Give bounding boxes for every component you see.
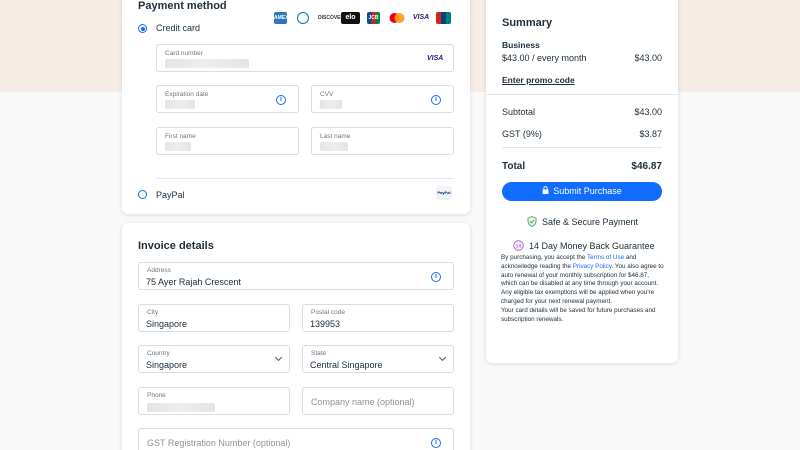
credit-card-radio[interactable] [138,24,147,33]
cvv-label: CVV [320,91,334,98]
secure-payment-row: Safe & Secure Payment [527,216,638,229]
svg-text:14: 14 [516,243,522,249]
company-name-placeholder: Company name (optional) [311,397,415,407]
subtotal-value: $43.00 [634,107,662,117]
discover-logo-icon: DISCOVER [318,12,344,24]
mastercard-logo-icon [388,12,406,24]
unionpay-logo-icon [436,12,451,24]
money-back-badge-icon: 14 [513,240,524,253]
address-label: Address [147,267,171,274]
total-row: Total $46.87 [502,161,662,172]
info-icon[interactable]: i [431,95,441,105]
submit-purchase-label: Submit Purchase [553,186,622,196]
country-label: Country [147,350,170,357]
gst-value: $3.87 [639,129,662,139]
expiration-date-label: Expiration date [165,91,209,98]
info-icon[interactable]: i [276,95,286,105]
expiration-redacted [165,100,195,109]
last-name-redacted [320,142,348,151]
postal-code-label: Postal code [311,309,345,316]
divider [486,94,678,95]
cvv-redacted [320,100,342,109]
city-value: Singapore [146,319,188,329]
first-name-label: First name [165,133,196,140]
gst-row: GST (9%) $3.87 [502,129,662,139]
elo-logo-icon: elo [341,12,360,24]
plan-amount: $43.00 [634,53,662,63]
state-select[interactable]: State Central Singapore [302,345,454,373]
phone-field[interactable]: Phone [138,387,290,415]
lock-icon [542,182,549,201]
last-name-field[interactable]: Last name [311,127,454,155]
plan-name: Business [502,40,540,50]
subtotal-row: Subtotal $43.00 [502,107,662,117]
terms-of-use-link[interactable]: Terms of Use [587,254,624,261]
gst-number-placeholder: GST Registration Number (optional) [147,438,291,448]
payment-method-card: Payment method Credit card AMEX DISCOVER… [122,0,470,214]
gst-label: GST (9%) [502,129,542,139]
info-icon[interactable]: i [431,438,441,448]
postal-code-field[interactable]: Postal code 139953 [302,304,454,332]
amex-logo-icon: AMEX [274,12,288,24]
summary-card: Summary Business $43.00 / every month $4… [486,0,678,363]
country-select[interactable]: Country Singapore [138,345,290,373]
card-number-redacted [165,59,249,68]
summary-title: Summary [502,17,553,29]
invoice-details-card: Invoice details Address 75 Ayer Rajah Cr… [122,223,470,450]
visa-badge: VISA [427,55,444,62]
total-value: $46.87 [631,161,662,172]
diners-logo-icon [297,12,309,24]
company-name-input[interactable]: Company name (optional) [302,387,454,415]
submit-purchase-button[interactable]: Submit Purchase [502,182,662,201]
terms-fine-print: By purchasing, you accept the Terms of U… [501,254,665,324]
payment-method-title: Payment method [138,0,227,12]
promo-code-link[interactable]: Enter promo code [502,75,575,85]
shield-check-icon [527,216,537,229]
cvv-field[interactable]: CVV i [311,85,454,113]
plan-price: $43.00 / every month [502,53,587,63]
divider [502,147,662,148]
plan-price-row: $43.00 / every month $43.00 [502,53,662,63]
divider [156,178,454,179]
secure-payment-label: Safe & Secure Payment [542,216,639,227]
expiration-date-field[interactable]: Expiration date i [156,85,299,113]
info-icon[interactable]: i [431,272,441,282]
credit-card-label: Credit card [156,23,201,33]
total-label: Total [502,161,526,172]
subtotal-label: Subtotal [502,107,536,117]
jcb-logo-icon: JCB [367,12,380,24]
money-back-label: 14 Day Money Back Guarantee [529,240,655,251]
paypal-logo-icon: PayPal [436,186,452,200]
city-field[interactable]: City Singapore [138,304,290,332]
chevron-down-icon [438,353,447,362]
last-name-label: Last name [320,133,351,140]
privacy-policy-link[interactable]: Privacy Policy [573,263,612,270]
first-name-redacted [165,142,191,151]
first-name-field[interactable]: First name [156,127,299,155]
paypal-radio[interactable] [138,190,147,199]
visa-logo-icon: VISA [412,12,430,24]
address-value: 75 Ayer Rajah Crescent [146,277,241,287]
gst-number-input[interactable]: GST Registration Number (optional) i [138,428,454,450]
card-number-label: Card number [165,50,203,57]
city-label: City [147,309,159,316]
country-value: Singapore [146,360,188,370]
fine-print-text: Your card details will be saved for futu… [501,306,656,323]
phone-redacted [147,403,215,412]
state-value: Central Singapore [310,360,383,370]
money-back-row: 14 14 Day Money Back Guarantee [513,240,655,253]
fine-print-text: By purchasing, you accept the [501,254,587,261]
chevron-down-icon [274,353,283,362]
card-number-field[interactable]: Card number VISA [156,44,454,72]
invoice-details-title: Invoice details [138,240,214,252]
postal-code-value: 139953 [310,319,341,329]
address-field[interactable]: Address 75 Ayer Rajah Crescent i [138,262,454,290]
paypal-label: PayPal [156,190,185,200]
state-label: State [311,350,327,357]
phone-label: Phone [147,392,166,399]
